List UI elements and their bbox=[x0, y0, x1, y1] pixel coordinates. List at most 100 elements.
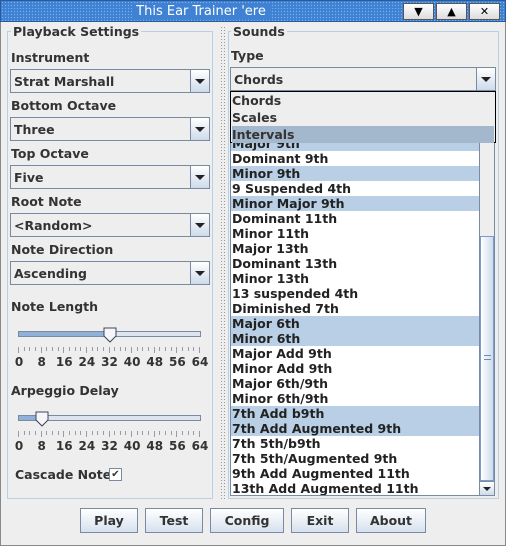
type-dropdown-popup: Chords Scales Intervals bbox=[230, 91, 496, 143]
test-button[interactable]: Test bbox=[145, 508, 203, 533]
list-item[interactable]: 7th 5th/Augmented 9th bbox=[231, 451, 479, 466]
slider-tick bbox=[159, 347, 161, 351]
list-item[interactable]: 7th Add Augmented 9th bbox=[231, 421, 479, 436]
sounds-list[interactable]: Major 9th Dominant 9th Minor 9th 9 Suspende… bbox=[230, 92, 480, 496]
slider-tick-label: 8 bbox=[37, 355, 46, 369]
list-item[interactable]: Minor 13th bbox=[231, 271, 479, 286]
chevron-down-icon[interactable] bbox=[190, 262, 209, 284]
about-button[interactable]: About bbox=[356, 508, 426, 533]
scroll-down-button[interactable] bbox=[480, 481, 494, 495]
list-item[interactable]: 9 Suspended 4th bbox=[231, 181, 479, 196]
slider-tick-label: 16 bbox=[55, 355, 73, 369]
list-item[interactable]: Dominant 9th bbox=[231, 151, 479, 166]
checkmark-icon: ✔ bbox=[111, 469, 120, 480]
bottom-octave-value: Three bbox=[14, 122, 55, 137]
list-item[interactable]: Minor 11th bbox=[231, 226, 479, 241]
chevron-down-icon[interactable] bbox=[190, 166, 209, 188]
instrument-combo[interactable]: Strat Marshall bbox=[10, 69, 210, 93]
list-item[interactable]: Diminished 7th bbox=[231, 301, 479, 316]
note-length-ticks: 0 8 16 24 32 40 48 56 64 bbox=[15, 347, 208, 369]
note-direction-label: Note Direction bbox=[11, 242, 114, 257]
root-note-combo[interactable]: <Random> bbox=[10, 213, 210, 237]
slider-tick-label: 24 bbox=[78, 439, 96, 453]
exit-button[interactable]: Exit bbox=[291, 508, 349, 533]
minimize-button[interactable]: ▼ bbox=[403, 3, 434, 20]
list-item[interactable]: Minor Major 9th bbox=[231, 196, 479, 211]
list-item[interactable]: 13 suspended 4th bbox=[231, 286, 479, 301]
config-button[interactable]: Config bbox=[210, 508, 284, 533]
list-item[interactable]: 7th 5th/b9th bbox=[231, 436, 479, 451]
root-note-value: <Random> bbox=[14, 218, 93, 233]
list-item[interactable]: Minor 6th/9th bbox=[231, 391, 479, 406]
slider-tick bbox=[18, 431, 19, 437]
slider-tick bbox=[176, 431, 178, 437]
slider-tick bbox=[51, 347, 53, 351]
chevron-down-icon[interactable] bbox=[190, 214, 209, 236]
instrument-label: Instrument bbox=[11, 50, 90, 65]
slider-tick bbox=[91, 431, 93, 435]
slider-tick bbox=[91, 347, 93, 351]
slider-tick bbox=[74, 347, 76, 351]
slider-tick bbox=[102, 347, 104, 351]
slider-thumb[interactable] bbox=[35, 411, 49, 427]
type-combo[interactable]: Chords bbox=[230, 67, 496, 91]
slider-tick-label: 32 bbox=[101, 355, 118, 369]
slider-tick bbox=[46, 347, 48, 351]
slider-tick bbox=[85, 347, 87, 353]
top-octave-combo[interactable]: Five bbox=[10, 165, 210, 189]
chevron-down-icon[interactable] bbox=[476, 68, 495, 90]
slider-tick-label: 40 bbox=[123, 439, 141, 453]
slider-tick-label: 48 bbox=[146, 439, 164, 453]
note-direction-combo[interactable]: Ascending bbox=[10, 261, 210, 285]
list-item[interactable]: 13th Add Augmented 11th bbox=[231, 481, 479, 495]
slider-tick bbox=[23, 431, 25, 435]
maximize-button[interactable]: ▲ bbox=[436, 3, 467, 20]
slider-tick bbox=[142, 431, 144, 435]
slider-tick-label: 0 bbox=[14, 355, 24, 369]
close-button[interactable]: ✕ bbox=[469, 3, 500, 20]
slider-tick bbox=[80, 431, 82, 435]
slider-tick bbox=[125, 347, 127, 351]
chevron-down-icon[interactable] bbox=[190, 70, 209, 92]
list-item[interactable]: Minor 6th bbox=[231, 331, 479, 346]
play-button[interactable]: Play bbox=[80, 508, 138, 533]
cascade-notes-checkbox[interactable]: ✔ bbox=[109, 468, 122, 481]
list-item[interactable]: Dominant 13th bbox=[231, 256, 479, 271]
list-item[interactable]: Dominant 11th bbox=[231, 211, 479, 226]
slider-tick bbox=[119, 431, 121, 435]
scrollbar-thumb[interactable] bbox=[480, 236, 494, 481]
list-item[interactable]: 9th Add Augmented 11th bbox=[231, 466, 479, 481]
slider-tick-label: 56 bbox=[169, 355, 186, 369]
list-item[interactable]: Minor Add 9th bbox=[231, 361, 479, 376]
slider-tick-label: 64 bbox=[191, 355, 209, 369]
dropdown-option-intervals[interactable]: Intervals bbox=[232, 126, 494, 143]
slider-thumb[interactable] bbox=[103, 327, 117, 343]
slider-tick-label: 24 bbox=[78, 355, 96, 369]
list-scrollbar[interactable] bbox=[480, 92, 495, 496]
slider-tick bbox=[46, 431, 48, 435]
list-item[interactable]: Major 6th/9th bbox=[231, 376, 479, 391]
slider-tick bbox=[85, 431, 87, 437]
slider-tick bbox=[159, 431, 161, 435]
note-length-label: Note Length bbox=[11, 299, 99, 314]
list-item[interactable]: Minor 9th bbox=[231, 166, 479, 181]
split-pane-divider[interactable] bbox=[220, 26, 226, 500]
slider-tick-label: 8 bbox=[37, 439, 46, 453]
chevron-down-icon[interactable] bbox=[190, 118, 209, 140]
list-item[interactable]: 7th Add b9th bbox=[231, 406, 479, 421]
arpeggio-delay-slider[interactable] bbox=[18, 411, 201, 427]
arpeggio-delay-label: Arpeggio Delay bbox=[11, 383, 119, 398]
slider-tick-label: 64 bbox=[191, 439, 209, 453]
slider-tick bbox=[23, 347, 25, 351]
dropdown-option-scales[interactable]: Scales bbox=[232, 109, 494, 126]
slider-tick bbox=[63, 347, 65, 353]
list-item[interactable]: Major Add 9th bbox=[231, 346, 479, 361]
slider-tick bbox=[199, 347, 200, 353]
list-item[interactable]: Major 13th bbox=[231, 241, 479, 256]
bottom-octave-combo[interactable]: Three bbox=[10, 117, 210, 141]
list-item[interactable]: Major 6th bbox=[231, 316, 479, 331]
slider-tick bbox=[136, 431, 138, 435]
slider-tick bbox=[131, 347, 133, 353]
note-length-slider[interactable] bbox=[18, 327, 201, 343]
dropdown-option-chords[interactable]: Chords bbox=[232, 92, 494, 109]
